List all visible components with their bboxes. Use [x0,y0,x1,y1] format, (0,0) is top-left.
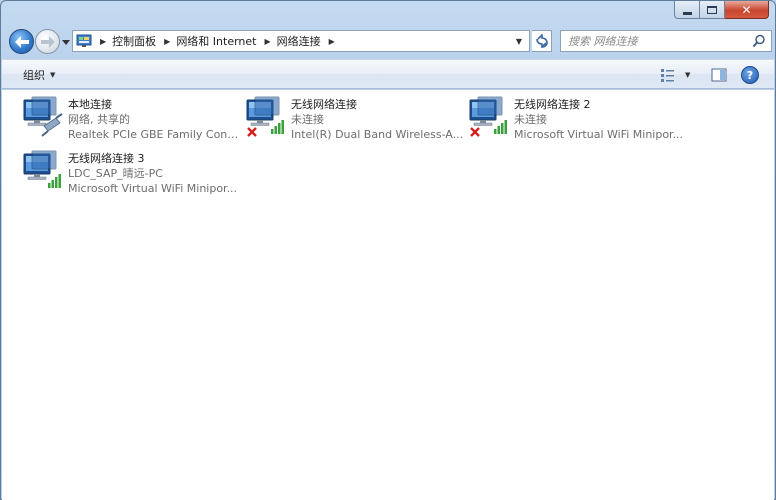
connection-name: 无线网络连接 3 [68,152,145,165]
address-bar[interactable]: ▶ 控制面板 ▶ 网络和 Internet ▶ 网络连接 ▶ ▼ [72,30,530,52]
connection-item[interactable]: 无线网络连接 3 LDC_SAP_晴远-PC Microsoft Virtual W… [20,148,242,200]
breadcrumb-network-connections[interactable]: 网络连接 [277,33,321,49]
maximize-button[interactable] [700,1,725,19]
search-icon[interactable] [752,34,766,48]
close-icon: ✕ [741,2,752,17]
help-button[interactable]: ? [741,66,759,84]
arrow-left-icon [14,35,29,48]
wireless-adapter-icon [469,96,507,137]
breadcrumb-control-panel[interactable]: 控制面板 [112,33,156,49]
connection-text: 本地连接网络, 共享的 Realtek PCIe GBE Family Contr… [68,97,242,142]
breadcrumb-network-internet[interactable]: 网络和 Internet [176,33,256,49]
minimize-icon [682,11,692,15]
connection-device: Realtek PCIe GBE Family Contr... [68,128,242,141]
wireless-adapter-icon [23,150,61,188]
disconnected-x-icon [247,127,257,137]
connection-device: Microsoft Virtual WiFi Minipor... [68,182,238,195]
arrow-right-icon [40,35,55,48]
breadcrumb-separator-icon[interactable]: ▶ [100,37,106,46]
wireless-adapter-icon [246,96,284,137]
ethernet-adapter-icon [23,96,63,137]
connection-item[interactable]: 本地连接网络, 共享的 Realtek PCIe GBE Family Contr… [20,94,242,146]
organize-label: 组织 [23,69,45,82]
organize-menu-button[interactable]: 组织 ▼ [23,67,55,83]
window-frame: ✕ ▶ 控制面板 ▶ 网络和 Internet ▶ 网络连接 ▶ ▼ 搜索 网络… [0,0,776,500]
chevron-down-icon: ▼ [50,71,56,79]
chevron-down-icon: ▼ [685,71,691,79]
forward-button[interactable] [35,29,60,54]
control-panel-icon [76,34,92,47]
breadcrumb-separator-icon[interactable]: ▶ [329,37,335,46]
connection-device: Microsoft Virtual WiFi Minipor... [514,128,684,141]
connection-status: 未连接 [514,113,547,126]
connection-text: 无线网络连接 未连接 Intel(R) Dual Band Wireless-A..… [291,97,465,142]
connection-name: 无线网络连接 2 [514,98,591,111]
maximize-icon [707,5,717,14]
search-box[interactable] [560,30,772,52]
history-dropdown-icon[interactable] [61,37,71,47]
address-dropdown-button[interactable]: ▼ [511,31,527,51]
breadcrumb-separator-icon[interactable]: ▶ [164,37,170,46]
refresh-icon [535,34,548,48]
navigation-bar: ▶ 控制面板 ▶ 网络和 Internet ▶ 网络连接 ▶ ▼ [5,28,773,55]
search-input[interactable] [568,34,748,48]
connection-item[interactable]: 无线网络连接 未连接 Intel(R) Dual Band Wireless-A..… [243,94,465,146]
connection-item[interactable]: 无线网络连接 2 未连接 Microsoft Virtual WiFi Minipo… [466,94,688,146]
back-button[interactable] [9,29,34,54]
command-bar: 组织 ▼ ▼ ? [2,59,774,89]
connection-name: 无线网络连接 [291,98,357,111]
disconnected-x-icon [470,127,480,137]
change-view-button[interactable]: ▼ [661,66,701,84]
connection-status: LDC_SAP_晴远-PC [68,167,163,180]
refresh-button[interactable] [532,30,552,52]
view-list-icon [661,69,674,82]
preview-pane-icon[interactable] [710,66,728,84]
minimize-button[interactable] [674,1,700,19]
breadcrumb-separator-icon[interactable]: ▶ [265,37,271,46]
connection-device: Intel(R) Dual Band Wireless-A... [291,128,464,141]
close-button[interactable]: ✕ [725,1,769,19]
connection-status: 网络, 共享的 [68,113,130,126]
chevron-down-icon: ▼ [515,36,523,46]
help-icon: ? [746,68,754,82]
connection-name: 本地连接 [68,98,112,111]
connection-text: 无线网络连接 3 LDC_SAP_晴远-PC Microsoft Virtual W… [68,151,242,196]
connection-status: 未连接 [291,113,324,126]
caption-buttons: ✕ [674,1,769,21]
connection-text: 无线网络连接 2 未连接 Microsoft Virtual WiFi Minipo… [514,97,688,142]
connections-list: 本地连接网络, 共享的 Realtek PCIe GBE Family Contr… [2,90,774,500]
